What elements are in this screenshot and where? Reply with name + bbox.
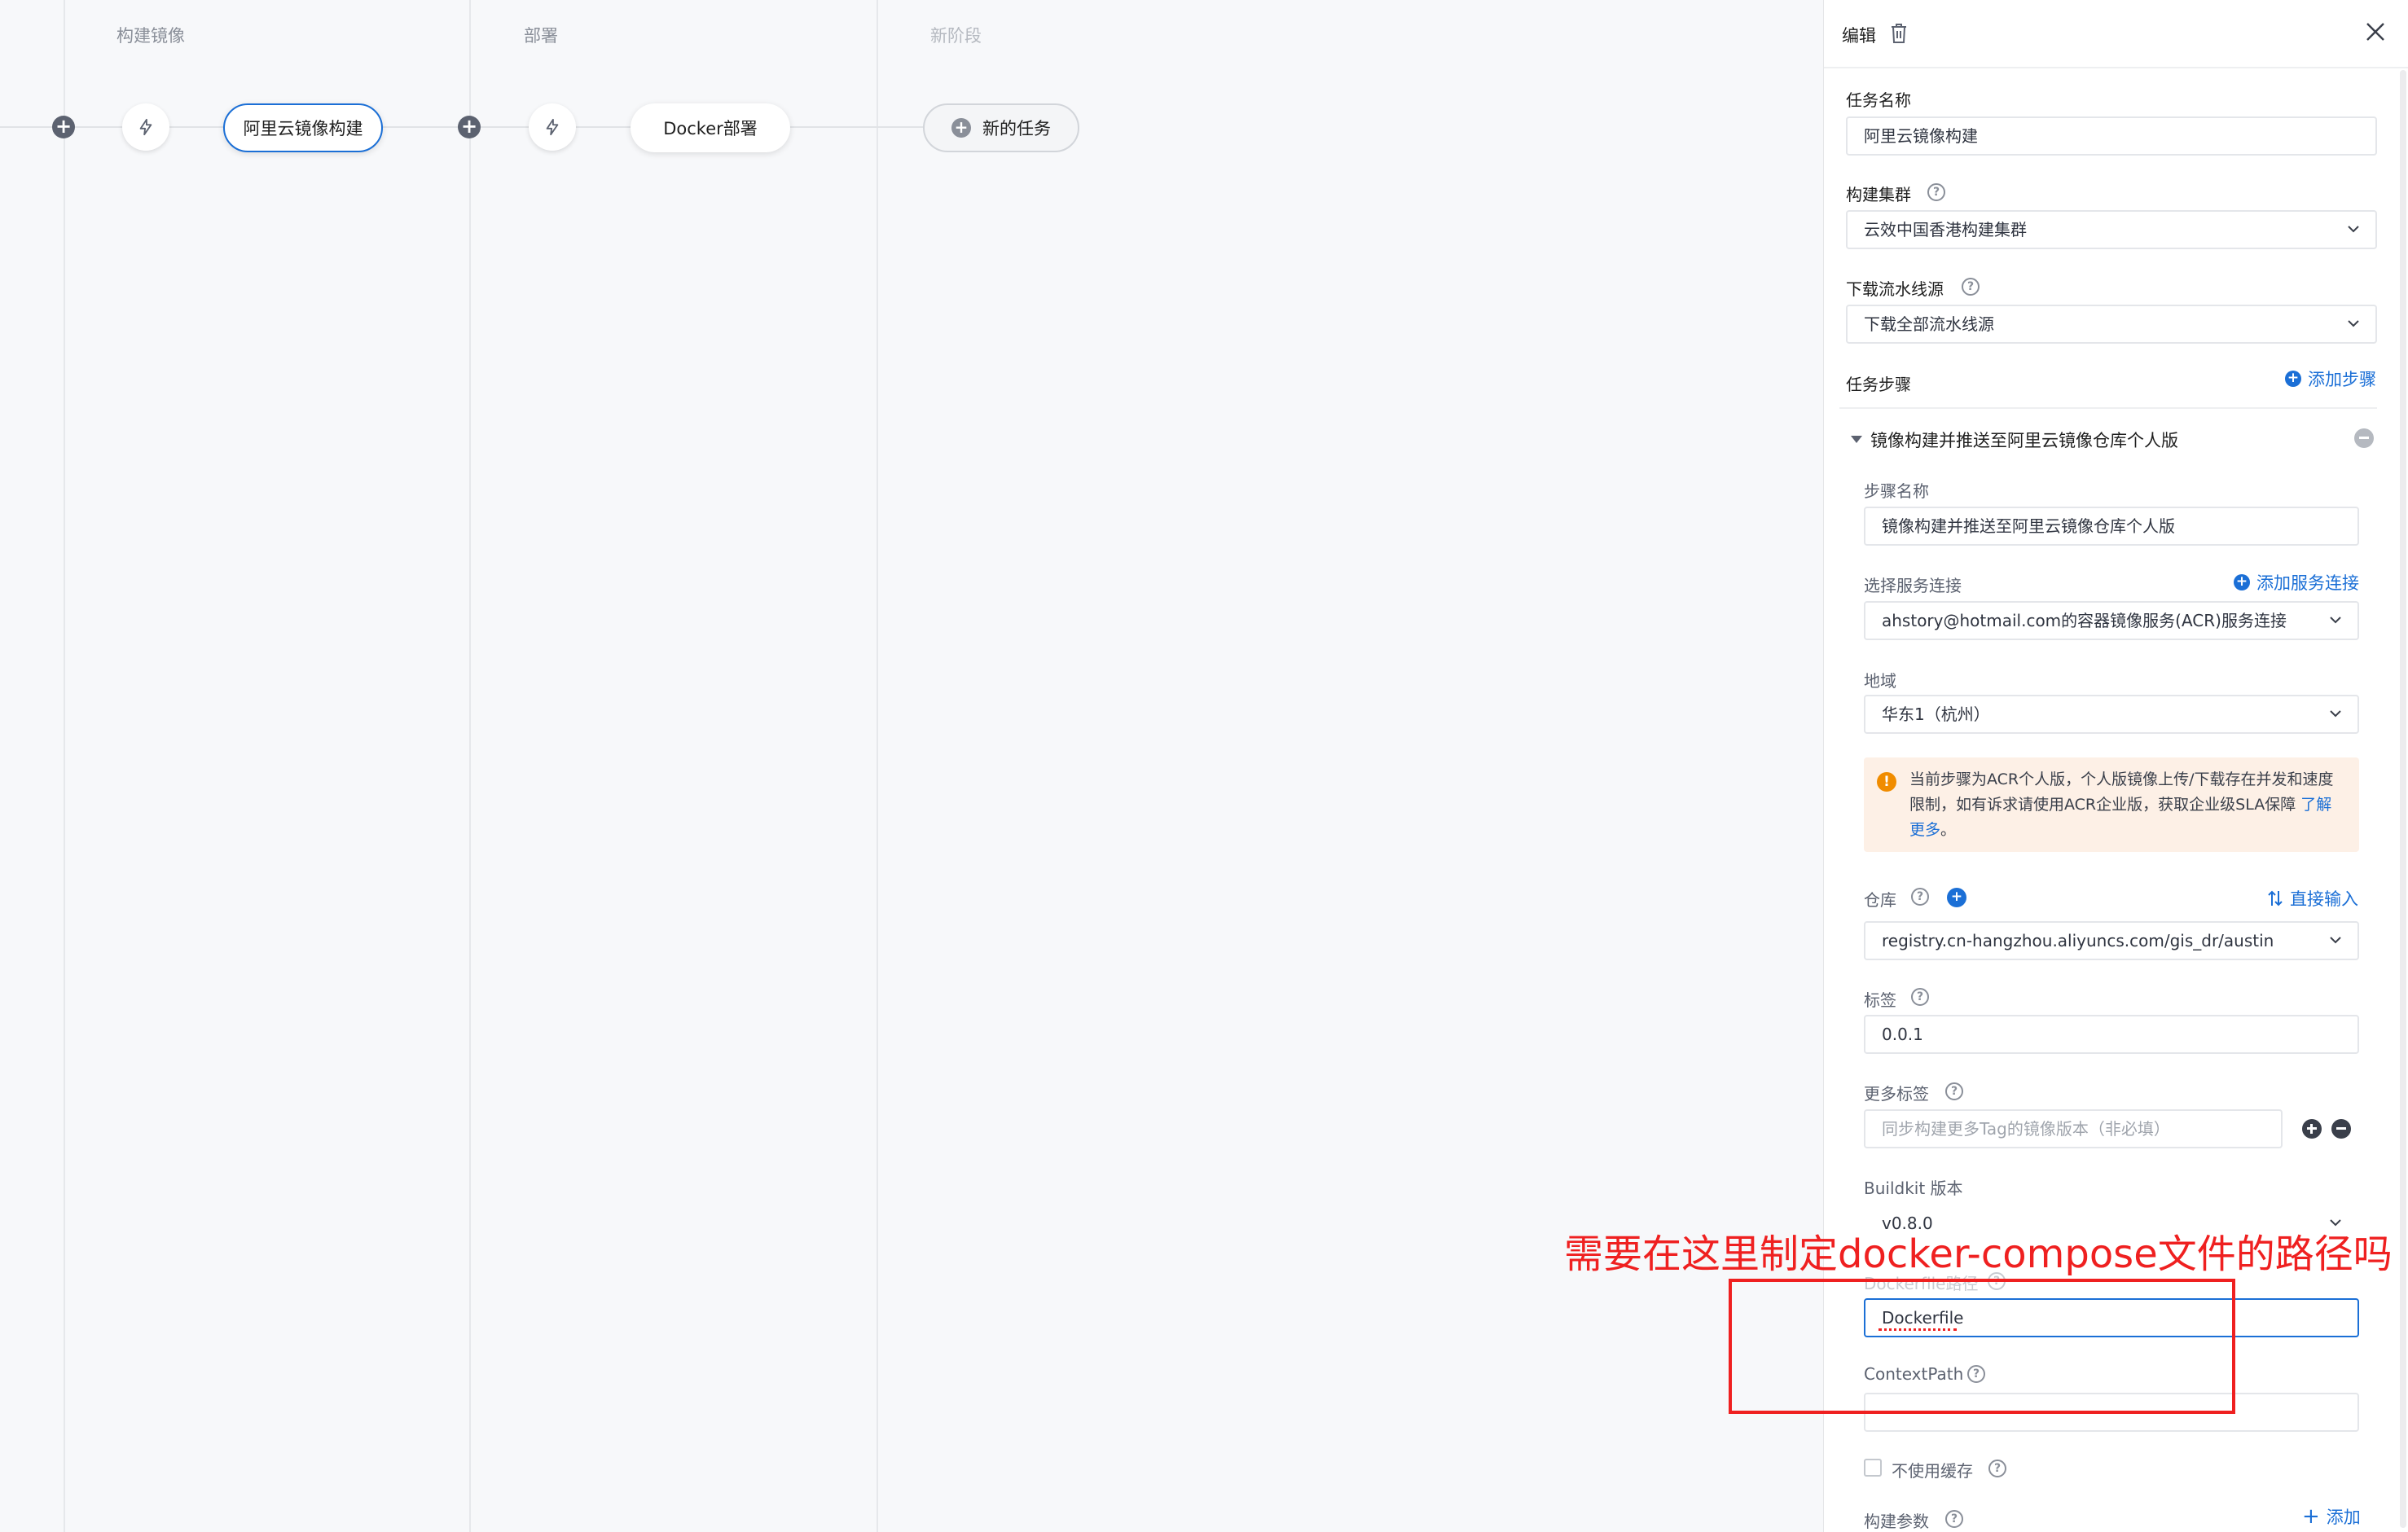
help-icon[interactable]: ? bbox=[1945, 1082, 1963, 1100]
add-service-button[interactable]: + 添加服务连接 bbox=[2234, 570, 2359, 595]
task-docker-deploy[interactable]: Docker部署 bbox=[631, 103, 790, 152]
add-stage-button[interactable]: + bbox=[52, 116, 75, 138]
close-icon[interactable] bbox=[2365, 21, 2386, 46]
new-task-button[interactable]: + 新的任务 bbox=[923, 103, 1079, 152]
chevron-down-icon bbox=[2330, 937, 2341, 944]
direct-input-label: 直接输入 bbox=[2290, 889, 2358, 909]
help-icon[interactable]: ? bbox=[1911, 988, 1929, 1006]
stage-divider bbox=[469, 0, 471, 1532]
swap-icon bbox=[2268, 890, 2283, 906]
panel-title: 编辑 bbox=[1842, 26, 1876, 46]
region-value: 华东1（杭州） bbox=[1882, 705, 1990, 724]
chevron-down-icon bbox=[2330, 710, 2341, 718]
stage-title-build[interactable]: 构建镜像 bbox=[116, 23, 185, 47]
remove-step-icon[interactable] bbox=[2354, 428, 2374, 448]
help-icon[interactable]: ? bbox=[1962, 278, 1980, 296]
source-value: 下载全部流水线源 bbox=[1864, 314, 1994, 334]
trash-icon[interactable] bbox=[1889, 23, 1909, 47]
tag-input[interactable]: 0.0.1 bbox=[1864, 1015, 2359, 1054]
add-service-label: 添加服务连接 bbox=[2256, 573, 2359, 593]
cluster-select[interactable]: 云效中国香港构建集群 bbox=[1846, 210, 2377, 249]
task-name-label: 任务名称 bbox=[1846, 90, 1911, 110]
add-tag-icon[interactable] bbox=[2302, 1119, 2322, 1139]
pipeline-canvas: 构建镜像 部署 新阶段 + + 阿里云镜像构建 Docker部署 + 新的任务 bbox=[0, 0, 1823, 1532]
warning-body: 当前步骤为ACR个人版，个人版镜像上传/下载存在并发和速度限制，如有诉求请使用A… bbox=[1909, 770, 2334, 814]
steps-label: 任务步骤 bbox=[1846, 375, 1911, 394]
no-cache-label: 不使用缓存 bbox=[1892, 1461, 1973, 1481]
source-select[interactable]: 下载全部流水线源 bbox=[1846, 305, 2377, 344]
step-name-label: 步骤名称 bbox=[1864, 481, 1929, 501]
region-label: 地域 bbox=[1864, 671, 1896, 691]
annotation-box bbox=[1729, 1279, 2235, 1414]
help-icon[interactable]: ? bbox=[1911, 888, 1929, 906]
build-args-label: 构建参数 bbox=[1864, 1512, 1929, 1531]
warning-text: 当前步骤为ACR个人版，个人版镜像上传/下载存在并发和速度限制，如有诉求请使用A… bbox=[1909, 767, 2341, 843]
region-select[interactable]: 华东1（杭州） bbox=[1864, 695, 2359, 734]
chevron-down-icon bbox=[2348, 320, 2359, 327]
lightning-icon bbox=[139, 118, 152, 136]
more-tags-input[interactable]: 同步构建更多Tag的镜像版本（非必填） bbox=[1864, 1109, 2283, 1148]
scrollbar[interactable] bbox=[2400, 70, 2406, 1528]
trigger-node[interactable] bbox=[122, 103, 169, 151]
buildkit-label: Buildkit 版本 bbox=[1864, 1179, 1963, 1198]
cluster-value: 云效中国香港构建集群 bbox=[1864, 220, 2027, 239]
task-name-input[interactable]: 阿里云镜像构建 bbox=[1846, 116, 2377, 156]
stage-title-new[interactable]: 新阶段 bbox=[930, 23, 982, 47]
new-task-label: 新的任务 bbox=[982, 119, 1051, 138]
collapse-caret-icon[interactable] bbox=[1851, 436, 1862, 443]
annotation-text: 需要在这里制定docker-compose文件的路径吗 bbox=[1564, 1231, 2393, 1277]
warning-icon: ! bbox=[1877, 772, 1896, 792]
add-build-arg-button[interactable]: + 添加 bbox=[2302, 1504, 2361, 1529]
tag-label: 标签 bbox=[1864, 990, 1896, 1010]
help-icon[interactable]: ? bbox=[1945, 1510, 1963, 1528]
divider bbox=[1839, 407, 2377, 409]
lightning-icon bbox=[546, 118, 559, 136]
more-tags-label: 更多标签 bbox=[1864, 1084, 1929, 1104]
chevron-down-icon bbox=[2348, 226, 2359, 233]
no-cache-checkbox[interactable] bbox=[1864, 1459, 1882, 1477]
plus-circle-icon: + bbox=[2234, 574, 2250, 590]
add-build-arg-label: 添加 bbox=[2326, 1508, 2361, 1527]
plus-icon: + bbox=[951, 118, 971, 138]
add-stage-button[interactable]: + bbox=[458, 116, 481, 138]
add-step-button[interactable]: + 添加步骤 bbox=[2285, 367, 2376, 391]
add-step-label: 添加步骤 bbox=[2308, 370, 2376, 389]
warning-tail: 。 bbox=[1940, 821, 1957, 839]
task-aliyun-build[interactable]: 阿里云镜像构建 bbox=[223, 103, 383, 152]
plus-icon: + bbox=[2302, 1504, 2320, 1529]
cluster-label: 构建集群 bbox=[1846, 185, 1911, 204]
add-repo-icon[interactable]: + bbox=[1947, 888, 1966, 907]
direct-input-button[interactable]: 直接输入 bbox=[2267, 886, 2358, 911]
service-select[interactable]: ahstory@hotmail.com的容器镜像服务(ACR)服务连接 bbox=[1864, 601, 2359, 640]
repo-value: registry.cn-hangzhou.aliyuncs.com/gis_dr… bbox=[1882, 931, 2274, 950]
source-label: 下载流水线源 bbox=[1846, 279, 1944, 299]
plus-circle-icon: + bbox=[2285, 371, 2301, 387]
trigger-node[interactable] bbox=[529, 103, 576, 151]
service-value: ahstory@hotmail.com的容器镜像服务(ACR)服务连接 bbox=[1882, 611, 2287, 630]
step-name-input[interactable]: 镜像构建并推送至阿里云镜像仓库个人版 bbox=[1864, 507, 2359, 546]
chevron-down-icon bbox=[2330, 617, 2341, 624]
more-tags-placeholder: 同步构建更多Tag的镜像版本（非必填） bbox=[1882, 1119, 2170, 1139]
help-icon[interactable]: ? bbox=[1988, 1460, 2006, 1477]
remove-tag-icon[interactable] bbox=[2331, 1119, 2351, 1139]
stage-title-deploy[interactable]: 部署 bbox=[524, 23, 558, 47]
help-icon[interactable]: ? bbox=[1927, 183, 1945, 201]
acr-warning: ! 当前步骤为ACR个人版，个人版镜像上传/下载存在并发和速度限制，如有诉求请使… bbox=[1864, 757, 2359, 852]
stage-divider bbox=[64, 0, 65, 1532]
repo-select[interactable]: registry.cn-hangzhou.aliyuncs.com/gis_dr… bbox=[1864, 921, 2359, 960]
service-label: 选择服务连接 bbox=[1864, 576, 1962, 595]
panel-header: 编辑 bbox=[1824, 0, 2408, 68]
stage-divider bbox=[877, 0, 878, 1532]
step-title[interactable]: 镜像构建并推送至阿里云镜像仓库个人版 bbox=[1870, 428, 2178, 452]
repo-label: 仓库 bbox=[1864, 890, 1896, 910]
